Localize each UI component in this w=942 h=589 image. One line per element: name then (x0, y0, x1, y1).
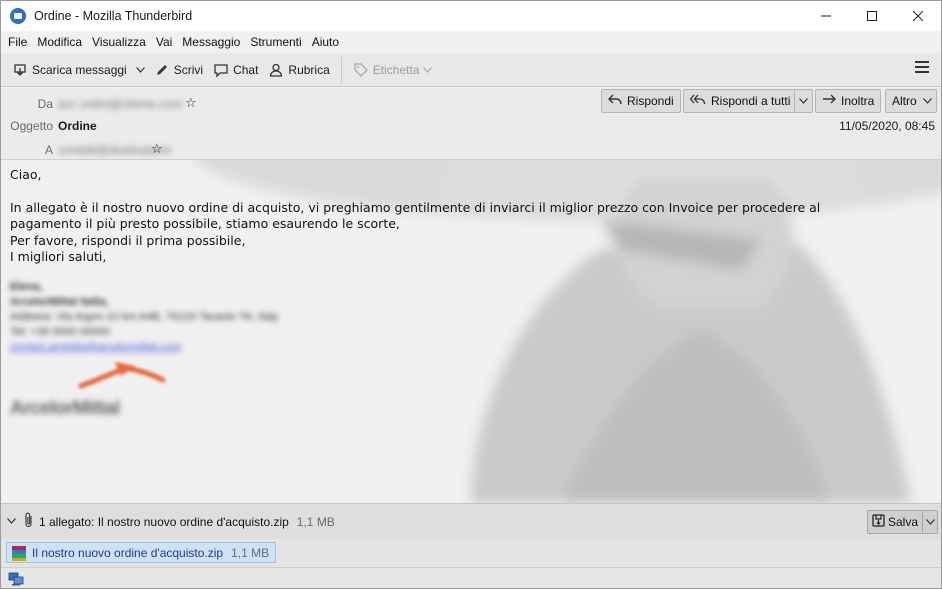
thunderbird-window: Ordine - Mozilla Thunderbird File Modifi… (0, 0, 942, 589)
title-bar: Ordine - Mozilla Thunderbird (1, 1, 941, 31)
chat-bubble-icon (213, 62, 229, 78)
maximize-icon (867, 11, 877, 21)
chevron-down-icon (925, 519, 935, 525)
address-book-button[interactable]: Rubrica (263, 57, 334, 83)
reply-label: Rispondi (627, 94, 674, 108)
attachment-bar: 1 allegato: Il nostro nuovo ordine d'acq… (1, 503, 941, 539)
save-attachments-button[interactable]: Salva (866, 510, 938, 534)
chevron-down-icon (423, 66, 433, 73)
subject-label: Oggetto (10, 119, 53, 133)
window-title: Ordine - Mozilla Thunderbird (34, 9, 193, 23)
get-messages-label: Scarica messaggi (32, 62, 127, 77)
forward-label: Inoltra (841, 94, 875, 108)
reply-icon (608, 94, 622, 109)
close-icon (913, 11, 923, 21)
body-line: In allegato è il nostro nuovo ordine di … (10, 199, 821, 215)
paperclip-icon (24, 512, 34, 531)
contacts-icon (268, 62, 284, 78)
close-button[interactable] (895, 1, 941, 31)
menu-go[interactable]: Vai (151, 35, 177, 49)
download-icon (12, 62, 28, 78)
save-dropdown[interactable] (923, 511, 937, 533)
signature-phone: Tel: +39 0000 00000 (10, 326, 111, 338)
attachment-name: Il nostro nuovo ordine d'acquisto.zip (32, 545, 224, 560)
toolbar-separator (340, 56, 342, 83)
chevron-down-icon (7, 518, 16, 524)
address-book-label: Rubrica (288, 62, 330, 77)
attachment-size: 1,1 MB (231, 545, 270, 560)
get-messages-button[interactable]: Scarica messaggi (7, 57, 132, 83)
menu-help[interactable]: Aiuto (307, 35, 344, 49)
save-icon (872, 514, 885, 530)
attachment-list: Il nostro nuovo ordine d'acquisto.zip 1,… (1, 539, 941, 567)
app-menu-button[interactable] (915, 61, 929, 75)
subject-value: Ordine (58, 119, 97, 133)
tag-button[interactable]: Etichetta (348, 57, 438, 83)
body-line: I migliori saluti, (10, 249, 107, 264)
reply-all-button[interactable]: Rispondi a tutti (683, 89, 814, 113)
signature-email-link[interactable]: contact.amitalia@arcelormittal.com (10, 340, 278, 355)
forward-icon (822, 94, 836, 109)
star-icon[interactable]: ☆ (151, 141, 163, 157)
reply-button[interactable]: Rispondi (601, 89, 681, 113)
minimize-icon (821, 15, 831, 17)
signature-company: ArcelorMittal Italia, (10, 296, 109, 308)
online-status-icon[interactable] (8, 572, 24, 586)
main-toolbar: Scarica messaggi Scrivi Chat Rubrica Eti… (1, 53, 941, 87)
write-button[interactable]: Scrivi (149, 57, 208, 83)
tag-label: Etichetta (372, 62, 420, 77)
chat-label: Chat (233, 62, 259, 77)
from-address[interactable]: acc ordini@cliente.com (58, 97, 182, 111)
greeting-text: Ciao, (10, 167, 42, 182)
message-header: Da acc ordini@cliente.com ☆ Oggetto Ordi… (1, 88, 941, 160)
attachment-summary[interactable]: 1 allegato: Il nostro nuovo ordine d'acq… (39, 515, 289, 529)
zip-archive-icon (11, 545, 27, 561)
split-divider (794, 90, 796, 112)
reply-all-icon (689, 94, 706, 109)
window-controls (803, 1, 941, 31)
chevron-down-icon[interactable] (799, 98, 809, 104)
chat-button[interactable]: Chat (208, 57, 263, 83)
write-label: Scrivi (173, 62, 204, 77)
get-messages-dropdown[interactable] (132, 57, 149, 83)
body-line: Per favore, rispondi il prima possibile, (10, 232, 246, 248)
menu-edit[interactable]: Modifica (32, 35, 87, 49)
body-line: pagamento il più presto possibile, stiam… (10, 216, 400, 231)
more-label: Altro (892, 94, 917, 108)
message-text: Ciao, In allegato è il nostro nuovo ordi… (10, 167, 900, 266)
save-button[interactable]: Salva (868, 511, 923, 533)
reply-all-label: Rispondi a tutti (711, 94, 791, 108)
maximize-button[interactable] (849, 1, 895, 31)
menu-view[interactable]: Visualizza (87, 35, 151, 49)
tag-icon (353, 62, 369, 78)
to-label: A (44, 143, 53, 157)
menu-bar: File Modifica Visualizza Vai Messaggio S… (1, 31, 941, 53)
signature-name: Elena, (10, 281, 43, 293)
attachment-toggle[interactable] (7, 516, 16, 527)
save-label: Salva (887, 515, 918, 529)
menu-message[interactable]: Messaggio (177, 35, 245, 49)
signature-address: Address: Via Aspro 10 km A4B, 76123 Tara… (10, 311, 279, 323)
chevron-down-icon (135, 66, 145, 73)
attachment-total-size: 1,1 MB (296, 514, 335, 529)
pencil-icon (154, 62, 170, 78)
menu-tools[interactable]: Strumenti (245, 35, 306, 49)
thunderbird-app-icon (10, 8, 26, 24)
signature-logo: ArcelorMittal (10, 398, 120, 419)
signature-block: Elena, ArcelorMittal Italia, Address: Vi… (10, 280, 278, 355)
status-bar (1, 567, 941, 588)
forward-button[interactable]: Inoltra (815, 89, 882, 113)
annotation-arrow-icon (78, 362, 166, 389)
from-label: Da (37, 97, 53, 111)
message-body: Ciao, In allegato è il nostro nuovo ordi… (1, 160, 941, 503)
more-button[interactable]: Altro (885, 89, 937, 113)
chevron-down-icon (922, 98, 932, 104)
minimize-button[interactable] (803, 1, 849, 31)
attachment-item[interactable]: Il nostro nuovo ordine d'acquisto.zip 1,… (6, 542, 277, 563)
star-icon[interactable]: ☆ (185, 95, 197, 111)
message-date: 11/05/2020, 08:45 (839, 119, 935, 133)
menu-file[interactable]: File (3, 35, 32, 49)
